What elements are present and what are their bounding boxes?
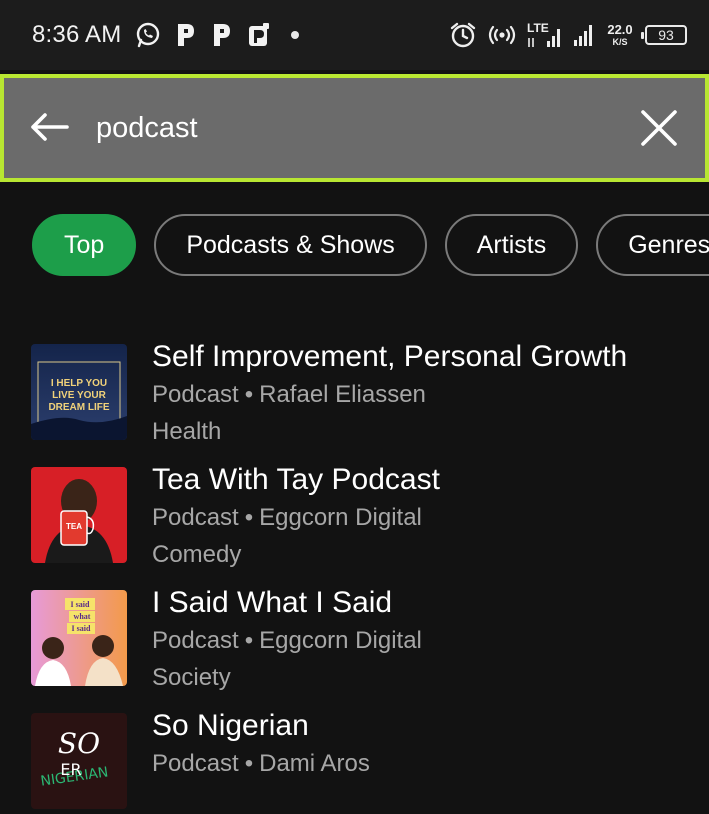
list-item[interactable]: SO NIGERIAN ER So Nigerian Podcast • Dami … <box>0 699 709 814</box>
separator-dot: • <box>244 504 254 531</box>
status-bar: 8:36 AM LTE 22.0 K/S 93 <box>0 0 709 70</box>
separator-dot: • <box>244 750 254 777</box>
result-title: I Said What I Said <box>152 586 393 619</box>
result-type: Podcast <box>152 504 239 531</box>
notification-dot <box>291 31 300 39</box>
result-text: Self Improvement, Personal Growth Podcas… <box>152 338 687 450</box>
podcast-cover: I HELP YOU LIVE YOUR DREAM LIFE <box>31 344 127 440</box>
svg-text:I said: I said <box>72 624 91 633</box>
svg-text:DREAM LIFE: DREAM LIFE <box>48 402 109 413</box>
result-title: Tea With Tay Podcast <box>152 463 440 496</box>
result-text: So Nigerian Podcast • Dami Aros <box>152 707 687 782</box>
result-meta: Podcast • Eggcorn Digital <box>152 622 687 659</box>
close-icon <box>641 110 677 146</box>
podcast-cover: TEA <box>31 467 127 563</box>
battery-level: 93 <box>658 27 674 43</box>
result-author: Rafael Eliassen <box>259 381 426 408</box>
result-type: Podcast <box>152 627 239 654</box>
result-meta: Podcast • Rafael Eliassen <box>152 376 687 413</box>
result-author: Eggcorn Digital <box>259 504 422 531</box>
lte-signal-icon: LTE <box>527 21 563 49</box>
alarm-icon <box>449 21 477 49</box>
status-time: 8:36 AM <box>32 21 122 48</box>
battery-icon: 93 <box>641 25 687 45</box>
result-title: So Nigerian <box>152 709 309 742</box>
chip-podcasts-shows[interactable]: Podcasts & Shows <box>154 214 427 276</box>
list-item[interactable]: I HELP YOU LIVE YOUR DREAM LIFE Self Imp… <box>0 330 709 445</box>
result-genre: Comedy <box>152 541 242 568</box>
result-genre: Society <box>152 664 231 691</box>
chip-genres[interactable]: Genres <box>596 214 709 276</box>
list-item[interactable]: TEA Tea With Tay Podcast Podcast • Eggcorn… <box>0 453 709 568</box>
p-app-icon <box>175 22 197 48</box>
result-text: Tea With Tay Podcast Podcast • Eggcorn Dig… <box>152 461 687 573</box>
p-app-icon <box>211 22 233 48</box>
network-speed-unit: K/S <box>612 37 628 47</box>
separator-dot: • <box>244 627 254 654</box>
hotspot-icon <box>487 23 517 47</box>
clear-search-button[interactable] <box>637 106 681 150</box>
svg-text:LIVE YOUR: LIVE YOUR <box>52 390 106 401</box>
result-meta: Podcast • Dami Aros <box>152 745 687 782</box>
whatsapp-icon <box>135 22 161 48</box>
chip-top[interactable]: Top <box>32 214 137 276</box>
back-button[interactable] <box>28 110 70 144</box>
separator-dot: • <box>244 381 254 408</box>
result-type: Podcast <box>152 750 239 777</box>
arrow-left-icon <box>31 113 69 141</box>
signal-icon <box>573 23 595 47</box>
status-left: 8:36 AM <box>32 20 300 50</box>
svg-text:SO: SO <box>58 727 100 760</box>
search-input[interactable] <box>96 104 616 152</box>
podcast-cover: SO NIGERIAN ER <box>31 713 127 809</box>
svg-text:I HELP YOU: I HELP YOU <box>51 378 107 389</box>
svg-text:what: what <box>74 612 91 621</box>
result-type: Podcast <box>152 381 239 408</box>
p-app-icon <box>247 22 271 48</box>
result-title: Self Improvement, Personal Growth <box>152 340 628 373</box>
result-meta: Podcast • Eggcorn Digital <box>152 499 687 536</box>
result-author: Dami Aros <box>259 750 370 777</box>
list-item[interactable]: I said what I said I Said What I Said Po… <box>0 576 709 691</box>
result-genre: Health <box>152 418 222 445</box>
network-speed-value: 22.0 <box>607 22 633 37</box>
podcast-cover: I said what I said <box>31 590 127 686</box>
chip-artists[interactable]: Artists <box>444 214 579 276</box>
svg-text:TEA: TEA <box>66 522 82 531</box>
search-bar <box>0 74 709 182</box>
result-text: I Said What I Said Podcast • Eggcorn Digit… <box>152 584 687 696</box>
status-right: LTE 22.0 K/S 93 <box>449 18 687 52</box>
result-author: Eggcorn Digital <box>259 627 422 654</box>
filter-chips: Top Podcasts & Shows Artists Genres <box>32 214 709 280</box>
network-speed: 22.0 K/S <box>605 23 635 47</box>
svg-text:I said: I said <box>71 600 90 609</box>
svg-text:ER: ER <box>60 760 81 779</box>
